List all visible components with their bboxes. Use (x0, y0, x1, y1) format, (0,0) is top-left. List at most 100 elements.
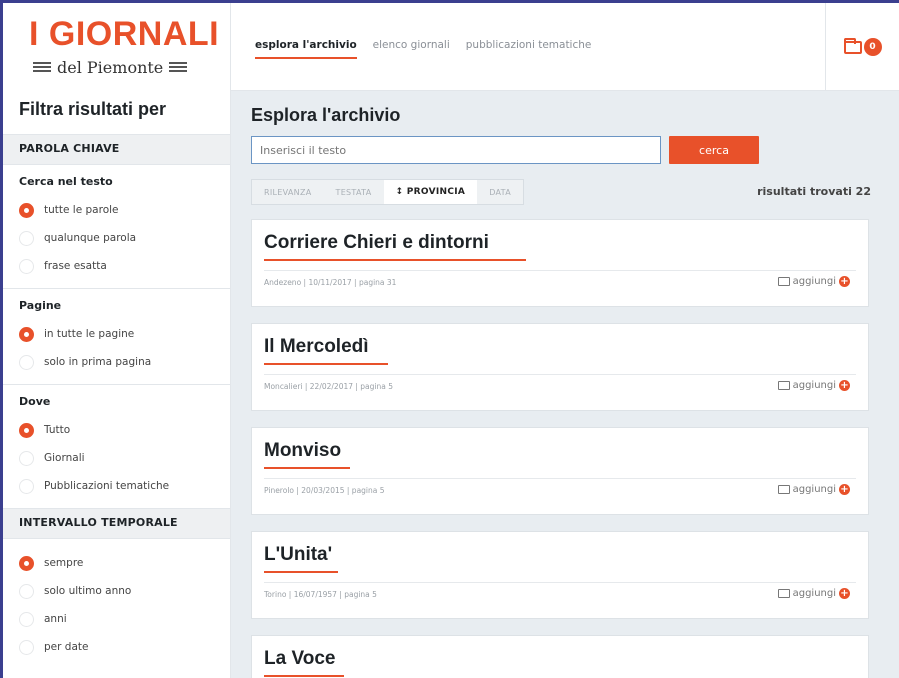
sort-rilevanza[interactable]: RILEVANZA (252, 180, 324, 204)
result-title[interactable]: Il Mercoledì (264, 336, 369, 364)
radio-label: frase esatta (44, 260, 107, 272)
radio-solo-prima-pagina[interactable]: solo in prima pagina (19, 348, 214, 376)
plus-icon: + (839, 276, 850, 287)
radio-selected-icon (19, 326, 34, 342)
radio-icon (19, 639, 34, 655)
saved-count-badge: 0 (863, 38, 882, 56)
sort-testata[interactable]: TESTATA (324, 180, 384, 204)
sidebar-title: Filtra risultati per (3, 91, 230, 135)
radio-tutto[interactable]: Tutto (19, 416, 214, 444)
radio-selected-icon (19, 422, 34, 438)
page-title: Esplora l'archivio (251, 105, 401, 125)
radio-sempre[interactable]: sempre (19, 549, 214, 577)
plus-icon: + (839, 380, 850, 391)
folder-icon (777, 589, 790, 598)
group-title: Cerca nel testo (19, 175, 113, 188)
logo-subtitle-text: del Piemonte (57, 57, 164, 77)
add-to-folder-button[interactable]: aggiungi + (777, 484, 850, 495)
ornament-icon (169, 62, 188, 72)
radio-label: Giornali (44, 452, 85, 464)
radio-label: solo ultimo anno (44, 585, 132, 597)
add-to-folder-button[interactable]: aggiungi + (777, 588, 850, 599)
result-meta: Andezeno | 10/11/2017 | pagina 31 (264, 278, 397, 287)
title-underline (264, 363, 388, 365)
result-card: L'Unita' Torino | 16/07/1957 | pagina 5 … (251, 531, 869, 619)
radio-pubblicazioni-tematiche[interactable]: Pubblicazioni tematiche (19, 472, 214, 500)
add-to-folder-button[interactable]: aggiungi + (777, 276, 850, 287)
radio-giornali[interactable]: Giornali (19, 444, 214, 472)
result-meta: Moncalieri | 22/02/2017 | pagina 5 (264, 382, 394, 391)
radio-qualunque-parola[interactable]: qualunque parola (19, 224, 214, 252)
section-parola-chiave: PAROLA CHIAVE (3, 135, 230, 165)
title-underline (264, 467, 350, 469)
nav-esplora-archivio[interactable]: esplora l'archivio (255, 39, 357, 59)
radio-icon (19, 611, 34, 627)
radio-icon (19, 583, 34, 599)
divider (264, 270, 856, 271)
radio-icon (19, 354, 34, 370)
logo-title: I GIORNALI (29, 15, 220, 53)
group-title: Dove (19, 395, 51, 408)
nav-pubblicazioni-tematiche[interactable]: pubblicazioni tematiche (466, 39, 592, 59)
result-title[interactable]: La Voce (264, 648, 335, 676)
search-input[interactable] (251, 136, 661, 164)
radio-selected-icon (19, 202, 34, 218)
result-title[interactable]: L'Unita' (264, 544, 332, 572)
result-title[interactable]: Corriere Chieri e dintorni (264, 232, 489, 260)
results-count: risultati trovati 22 (757, 185, 871, 198)
result-meta: Pinerolo | 20/03/2015 | pagina 5 (264, 486, 385, 495)
sort-provincia[interactable]: ↕ PROVINCIA (383, 180, 478, 204)
radio-label: Tutto (44, 424, 71, 436)
filter-group-search-in-text: Cerca nel testo tutte le parole qualunqu… (3, 165, 230, 289)
radio-solo-ultimo-anno[interactable]: solo ultimo anno (19, 577, 214, 605)
radio-tutte-le-parole[interactable]: tutte le parole (19, 196, 214, 224)
add-label: aggiungi (792, 276, 836, 287)
radio-label: per date (44, 641, 89, 653)
ornament-icon (33, 62, 51, 72)
title-underline (264, 571, 338, 573)
app-frame: I GIORNALI del Piemonte esplora l'archiv… (0, 0, 899, 678)
filter-sidebar: Filtra risultati per PAROLA CHIAVE Cerca… (3, 91, 231, 678)
add-label: aggiungi (792, 380, 836, 391)
add-label: aggiungi (792, 588, 836, 599)
radio-label: Pubblicazioni tematiche (44, 480, 170, 492)
sort-data[interactable]: DATA (477, 180, 523, 204)
filter-group-time: sempre solo ultimo anno anni per date (3, 539, 230, 669)
site-logo[interactable]: I GIORNALI del Piemonte (3, 3, 231, 91)
nav-elenco-giornali[interactable]: elenco giornali (373, 39, 450, 59)
divider (264, 582, 856, 583)
add-label: aggiungi (792, 484, 836, 495)
result-card: Corriere Chieri e dintorni Andezeno | 10… (251, 219, 869, 307)
radio-in-tutte-le-pagine[interactable]: in tutte le pagine (19, 320, 214, 348)
radio-icon (19, 258, 34, 274)
radio-label: in tutte le pagine (44, 328, 135, 340)
title-underline (264, 259, 526, 261)
radio-anni[interactable]: anni (19, 605, 214, 633)
radio-label: tutte le parole (44, 204, 119, 216)
divider (264, 478, 856, 479)
plus-icon: + (839, 588, 850, 599)
section-intervallo-temporale: INTERVALLO TEMPORALE (3, 509, 230, 539)
radio-label: sempre (44, 557, 84, 569)
radio-label: qualunque parola (44, 232, 137, 244)
main-nav: esplora l'archivio elenco giornali pubbl… (255, 39, 591, 59)
folder-icon (843, 37, 862, 54)
header: I GIORNALI del Piemonte esplora l'archiv… (3, 3, 899, 91)
group-title: Pagine (19, 299, 62, 312)
result-title[interactable]: Monviso (264, 440, 341, 468)
result-meta: Torino | 16/07/1957 | pagina 5 (264, 590, 377, 599)
radio-label: anni (44, 613, 67, 625)
radio-icon (19, 450, 34, 466)
radio-frase-esatta[interactable]: frase esatta (19, 252, 214, 280)
title-underline (264, 675, 344, 677)
logo-subtitle: del Piemonte (33, 56, 209, 78)
result-card: Il Mercoledì Moncalieri | 22/02/2017 | p… (251, 323, 869, 411)
radio-icon (19, 478, 34, 494)
divider (264, 374, 856, 375)
radio-per-date[interactable]: per date (19, 633, 214, 661)
search-button[interactable]: cerca (669, 136, 759, 164)
results-area: Esplora l'archivio cerca RILEVANZA TESTA… (231, 91, 899, 678)
saved-folder-button[interactable]: 0 (825, 3, 899, 91)
add-to-folder-button[interactable]: aggiungi + (777, 380, 850, 391)
filter-group-pages: Pagine in tutte le pagine solo in prima … (3, 289, 230, 385)
